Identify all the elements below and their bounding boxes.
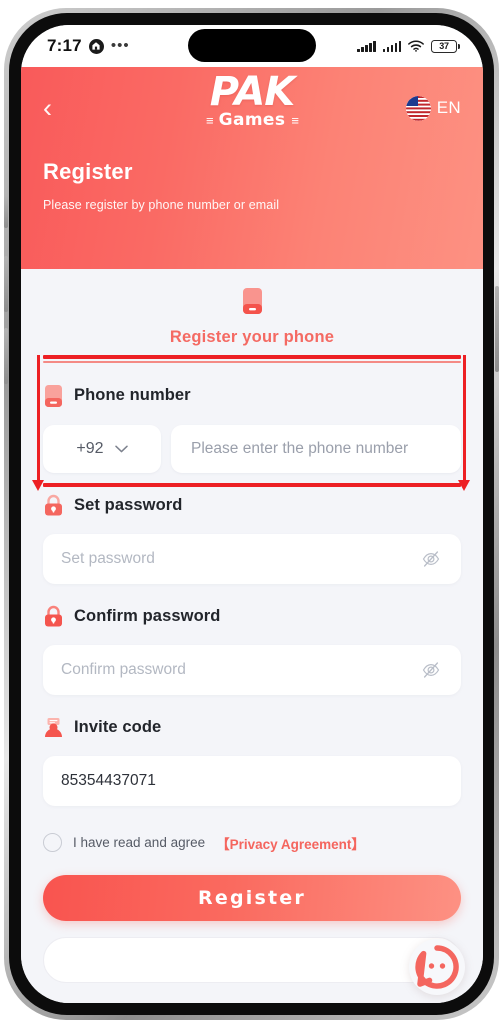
invite-code-input[interactable]: 85354437071 — [43, 755, 461, 806]
wifi-icon — [408, 40, 424, 52]
more-dots-icon: ••• — [110, 37, 130, 54]
battery-level: 37 — [439, 41, 449, 51]
app-header: ‹ PAK ≡ Games ≡ EN Register Please regis… — [21, 67, 483, 269]
phone-icon — [45, 384, 62, 407]
status-time: 7:17 — [47, 36, 82, 55]
app-logo: PAK ≡ Games ≡ — [167, 69, 337, 130]
tab-register-phone[interactable]: Register your phone — [43, 269, 461, 363]
us-flag-icon — [405, 95, 431, 121]
battery-icon: 37 — [431, 39, 460, 53]
language-selector[interactable]: EN — [405, 95, 461, 121]
set-password-label: Set password — [74, 496, 183, 515]
confirm-password-input[interactable]: Confirm password — [43, 644, 461, 695]
phone-icon — [242, 288, 262, 314]
phone-input-row: +92 Please enter the phone number — [43, 424, 461, 473]
back-button[interactable]: ‹ — [43, 94, 69, 122]
header-top-row: ‹ PAK ≡ Games ≡ EN — [43, 69, 461, 139]
field-phone-number: Phone number +92 Please enter the phone … — [43, 383, 461, 473]
phone-field-label: Phone number — [74, 386, 191, 405]
invite-code-header: Invite code — [43, 715, 461, 741]
logo-text-pak: PAK — [209, 69, 296, 115]
register-button-label: Register — [198, 886, 306, 909]
set-password-placeholder: Set password — [61, 549, 155, 567]
register-button[interactable]: Register — [43, 874, 461, 921]
phone-number-placeholder: Please enter the phone number — [191, 439, 409, 457]
confirm-password-placeholder: Confirm password — [61, 660, 186, 678]
phone-number-input[interactable]: Please enter the phone number — [171, 424, 461, 473]
signal-bars-icon-sim2 — [382, 40, 401, 52]
language-label: EN — [436, 98, 461, 117]
page-title: Register — [43, 159, 133, 184]
chevron-down-icon — [114, 445, 128, 452]
logo-subtext-row: ≡ Games ≡ — [206, 110, 299, 130]
country-code-select[interactable]: +92 — [43, 424, 161, 473]
chat-support-icon — [415, 945, 459, 989]
phone-field-header: Phone number — [43, 383, 461, 409]
privacy-agreement-row: I have read and agree 【Privacy Agreement… — [43, 833, 461, 853]
page-subtitle: Please register by phone number or email — [43, 198, 280, 212]
set-password-header: Set password — [43, 493, 461, 519]
tab-underline — [43, 361, 461, 363]
eye-off-icon[interactable] — [421, 660, 441, 680]
tab-label: Register your phone — [169, 328, 335, 346]
logo-bar-left-icon: ≡ — [206, 112, 214, 128]
field-invite-code: Invite code 85354437071 — [43, 715, 461, 806]
eye-off-icon[interactable] — [421, 549, 441, 569]
invite-card-icon — [45, 717, 62, 737]
invite-code-label: Invite code — [74, 718, 162, 737]
set-password-input[interactable]: Set password — [43, 533, 461, 584]
agreement-checkbox[interactable] — [43, 833, 62, 853]
power-button[interactable] — [495, 286, 499, 372]
lock-icon — [45, 605, 62, 627]
status-bar-right: 37 — [357, 39, 460, 53]
country-code-value: +92 — [76, 439, 104, 457]
signal-bars-icon-sim1 — [357, 40, 376, 52]
volume-down-button[interactable] — [4, 328, 8, 384]
registration-form: Register your phone Phone number +92 Ple… — [21, 269, 483, 1003]
mute-switch[interactable] — [4, 196, 8, 228]
confirm-password-label: Confirm password — [74, 607, 221, 626]
lock-icon — [45, 494, 62, 516]
field-confirm-password: Confirm password Confirm password — [43, 604, 461, 695]
dynamic-island — [188, 29, 316, 62]
logo-bar-right-icon: ≡ — [291, 112, 299, 128]
secondary-button-partial[interactable] — [43, 936, 461, 983]
app-badge-icon — [88, 38, 104, 54]
customer-support-button[interactable] — [409, 939, 465, 995]
invite-code-value: 85354437071 — [61, 771, 156, 789]
confirm-password-header: Confirm password — [43, 604, 461, 630]
volume-up-button[interactable] — [4, 256, 8, 312]
agreement-text: I have read and agree — [73, 835, 206, 851]
logo-text-games: Games — [218, 110, 286, 130]
status-bar-left: 7:17 ••• — [47, 36, 130, 56]
field-set-password: Set password Set password — [43, 493, 461, 584]
phone-screen: 7:17 ••• 37 ‹ PAK ≡ Games ≡ EN Register … — [21, 25, 483, 1003]
privacy-agreement-link[interactable]: 【Privacy Agreement】 — [216, 833, 365, 853]
